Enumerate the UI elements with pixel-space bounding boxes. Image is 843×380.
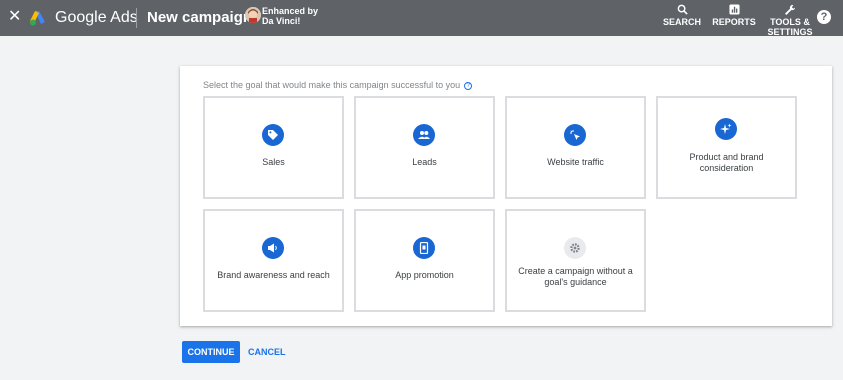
gear-icon <box>564 237 586 259</box>
goal-card-label: Brand awareness and reach <box>217 270 330 280</box>
nav-search-label: SEARCH <box>662 17 701 27</box>
nav-tools-settings-label: TOOLS & SETTINGS <box>767 17 813 37</box>
goal-card-brand-awareness-reach[interactable]: Brand awareness and reach <box>203 209 344 312</box>
account-avatar[interactable] <box>245 7 261 23</box>
google-ads-logo[interactable] <box>29 10 47 26</box>
nav-tools-settings-button[interactable]: TOOLS & SETTINGS <box>764 4 816 37</box>
goal-card-product-brand-consideration[interactable]: Product and brand consideration <box>656 96 797 199</box>
goal-card-no-goal[interactable]: Create a campaign without a goal's guida… <box>505 209 646 312</box>
cursor-click-icon <box>564 124 586 146</box>
header-divider <box>136 8 137 28</box>
help-icon[interactable]: ? <box>817 10 831 24</box>
megaphone-icon <box>262 237 284 259</box>
goal-card-label: App promotion <box>395 270 454 280</box>
continue-button[interactable]: CONTINUE <box>182 341 240 363</box>
goal-card-label: Product and brand consideration <box>689 152 764 173</box>
goal-card-label: Create a campaign without a goal's guida… <box>518 266 633 287</box>
top-app-bar: ✕ Google Ads New campaign Enhanced by Da… <box>0 0 843 37</box>
goal-card-label: Leads <box>412 157 437 167</box>
goal-card-app-promotion[interactable]: App promotion <box>354 209 495 312</box>
goal-card-label: Sales <box>262 157 285 167</box>
help-circle-icon[interactable]: ? <box>464 82 473 90</box>
close-icon[interactable]: ✕ <box>8 9 22 25</box>
page-title: New campaign <box>147 9 253 26</box>
nav-search-button[interactable]: SEARCH <box>662 4 702 27</box>
brand-name: Google Ads <box>55 9 138 26</box>
goal-prompt-text: Select the goal that would make this cam… <box>203 80 461 90</box>
search-icon <box>677 4 688 15</box>
people-icon <box>413 124 435 146</box>
phone-icon <box>413 237 435 259</box>
nav-reports-button[interactable]: REPORTS <box>710 4 758 27</box>
account-name[interactable]: Enhanced by Da Vinci! <box>262 6 318 26</box>
goal-card-sales[interactable]: Sales <box>203 96 344 199</box>
goal-card-website-traffic[interactable]: Website traffic <box>505 96 646 199</box>
goal-card-label: Website traffic <box>547 157 604 167</box>
goal-card-leads[interactable]: Leads <box>354 96 495 199</box>
goal-selection-panel: Select the goal that would make this cam… <box>180 66 832 326</box>
reports-icon <box>728 4 740 15</box>
wrench-icon <box>784 4 795 15</box>
tag-icon <box>262 124 284 146</box>
goal-prompt: Select the goal that would make this cam… <box>203 80 473 90</box>
cancel-button[interactable]: CANCEL <box>248 341 286 363</box>
sparkle-icon <box>715 118 737 140</box>
nav-reports-label: REPORTS <box>712 17 756 27</box>
